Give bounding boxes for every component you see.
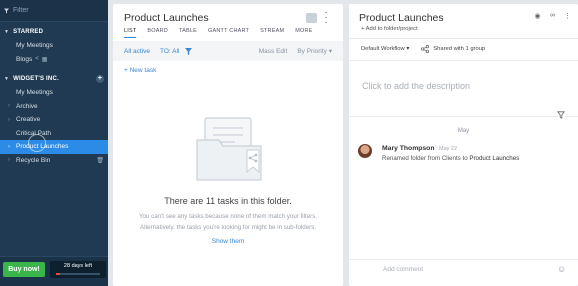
caret-down-icon: ▾ xyxy=(406,46,410,52)
assignee-filter[interactable]: TO: All xyxy=(160,48,179,55)
chevron-right-icon[interactable]: › xyxy=(8,103,14,109)
more-vertical-icon[interactable]: · · · xyxy=(323,8,329,28)
sidebar-item-label: My Meetings xyxy=(16,89,53,97)
filter-input[interactable] xyxy=(13,7,104,14)
filter-row xyxy=(0,0,108,22)
trial-progress-fill xyxy=(56,273,61,275)
sidebar-item-label: Recycle Bin xyxy=(16,156,51,164)
chevron-right-icon[interactable]: › xyxy=(8,117,14,123)
tab-more[interactable]: MORE xyxy=(295,28,312,38)
mass-edit-button[interactable]: Mass Edit xyxy=(259,48,288,55)
folder-meta: Default Workflow ▾ Shared with 1 group xyxy=(361,45,485,53)
activity-target[interactable]: Product Launches xyxy=(469,155,519,162)
divider xyxy=(349,259,578,260)
starred-section-header[interactable]: ▼ STARRED xyxy=(0,25,108,39)
sidebar-item-creative[interactable]: › Creative xyxy=(0,113,108,127)
funnel-icon[interactable] xyxy=(557,111,565,119)
filter-icon xyxy=(4,8,9,13)
add-to-folder-link[interactable]: + Add to folder/project xyxy=(361,26,418,32)
view-tabs: LIST BOARD TABLE GANTT CHART STREAM MORE xyxy=(124,28,324,38)
sidebar-item-label: My Meetings xyxy=(16,42,53,50)
divider xyxy=(349,116,578,117)
shared-label: Shared with 1 group xyxy=(433,46,486,52)
activity-author[interactable]: Mary Thompson xyxy=(382,145,435,152)
sidebar-item-product-launches[interactable]: › Product Launches xyxy=(0,140,108,154)
link-icon[interactable]: ∞ xyxy=(548,12,557,20)
rss-icon[interactable]: ◉ xyxy=(533,12,542,20)
sidebar-item-recycle-bin[interactable]: › Recycle Bin 🗑 xyxy=(0,154,108,168)
trial-footer: Buy now! 28 days left xyxy=(0,256,108,286)
divider xyxy=(349,60,578,61)
trial-days-left: 28 days left xyxy=(50,261,106,278)
calendar-icon: ▦ xyxy=(41,56,48,63)
sidebar: ▼ STARRED My Meetings Blogs < ▦ ▼ WIDGET… xyxy=(0,0,108,286)
more-vertical-icon[interactable]: ⋮ xyxy=(563,12,572,20)
account-section-header[interactable]: ▼ WIDGET'S INC. + xyxy=(0,72,108,86)
sidebar-item-critical-path[interactable]: Critical Path xyxy=(0,127,108,141)
add-folder-icon[interactable]: + xyxy=(96,75,104,83)
starred-header-label: STARRED xyxy=(13,29,44,35)
sidebar-item-blogs[interactable]: Blogs < ▦ xyxy=(0,53,108,67)
new-task-button[interactable]: + New task xyxy=(124,67,156,74)
tab-list[interactable]: LIST xyxy=(124,28,137,38)
sidebar-item-archive[interactable]: › Archive xyxy=(0,100,108,114)
divider xyxy=(349,38,578,39)
empty-state-title: There are 11 tasks in this folder. xyxy=(164,196,292,206)
sidebar-item-label: Archive xyxy=(16,102,38,110)
trash-icon: 🗑 xyxy=(96,157,104,164)
folder-details-panel: Product Launches ◉ ∞ ⋮ + Add to folder/p… xyxy=(349,4,578,286)
tab-stream[interactable]: STREAM xyxy=(260,28,284,38)
activity-text: Renamed folder from Clients to Product L… xyxy=(382,155,519,162)
empty-state-line: Alternatively, the tasks you're looking … xyxy=(139,223,317,231)
chevron-right-icon[interactable]: › xyxy=(8,144,14,150)
sort-dropdown[interactable]: By Priority ▾ xyxy=(297,47,332,55)
funnel-icon[interactable] xyxy=(185,47,193,55)
tab-board[interactable]: BOARD xyxy=(147,28,168,38)
task-toolbar: All active TO: All Mass Edit By Priority… xyxy=(113,41,343,61)
buy-now-button[interactable]: Buy now! xyxy=(3,262,45,277)
date-divider: May xyxy=(457,128,470,134)
workflow-dropdown[interactable]: Default Workflow ▾ xyxy=(361,46,409,52)
workflow-label: Default Workflow xyxy=(361,46,405,52)
chevron-right-icon[interactable]: › xyxy=(8,157,14,163)
days-left-label: 28 days left xyxy=(63,263,93,269)
empty-folder-illustration xyxy=(196,117,262,181)
share-icon xyxy=(421,45,430,53)
caret-down-icon: ▼ xyxy=(4,29,10,35)
folder-title[interactable]: Product Launches xyxy=(359,12,444,24)
tab-table[interactable]: TABLE xyxy=(179,28,197,38)
avatar xyxy=(358,144,372,158)
emoji-icon[interactable]: ☺ xyxy=(557,264,566,274)
page-title: Product Launches xyxy=(124,12,209,24)
empty-state-line: You can't see any tasks because none of … xyxy=(138,213,318,220)
sidebar-item-my-meetings[interactable]: My Meetings xyxy=(0,86,108,100)
description-field[interactable]: Click to add the description xyxy=(362,81,470,91)
activity-text-prefix: Renamed folder from Clients to xyxy=(382,155,470,162)
task-list-panel: Product Launches · · · LIST BOARD TABLE GA… xyxy=(113,4,343,286)
trial-progress-bar xyxy=(56,273,100,275)
shared-with-button[interactable]: Shared with 1 group xyxy=(421,45,485,53)
caret-down-icon: ▼ xyxy=(4,76,10,82)
share-icon: < xyxy=(35,56,39,63)
comment-input[interactable]: Add comment xyxy=(383,266,423,273)
empty-state-message: You can't see any tasks because none of … xyxy=(113,212,343,233)
folder-actions: ◉ ∞ ⋮ xyxy=(533,12,572,20)
click-indicator xyxy=(28,134,46,152)
show-them-link[interactable]: Show them xyxy=(113,238,343,245)
tab-gantt-chart[interactable]: GANTT CHART xyxy=(208,28,249,38)
account-header-label: WIDGET'S INC. xyxy=(13,76,59,82)
activity-timestamp: May 22 xyxy=(439,146,458,152)
sidebar-item-label: Creative xyxy=(16,116,41,124)
video-icon[interactable] xyxy=(306,13,317,23)
sidebar-item-label: Blogs xyxy=(16,55,33,63)
status-filter[interactable]: All active xyxy=(124,48,150,55)
sidebar-item-starred-my-meetings[interactable]: My Meetings xyxy=(0,39,108,53)
